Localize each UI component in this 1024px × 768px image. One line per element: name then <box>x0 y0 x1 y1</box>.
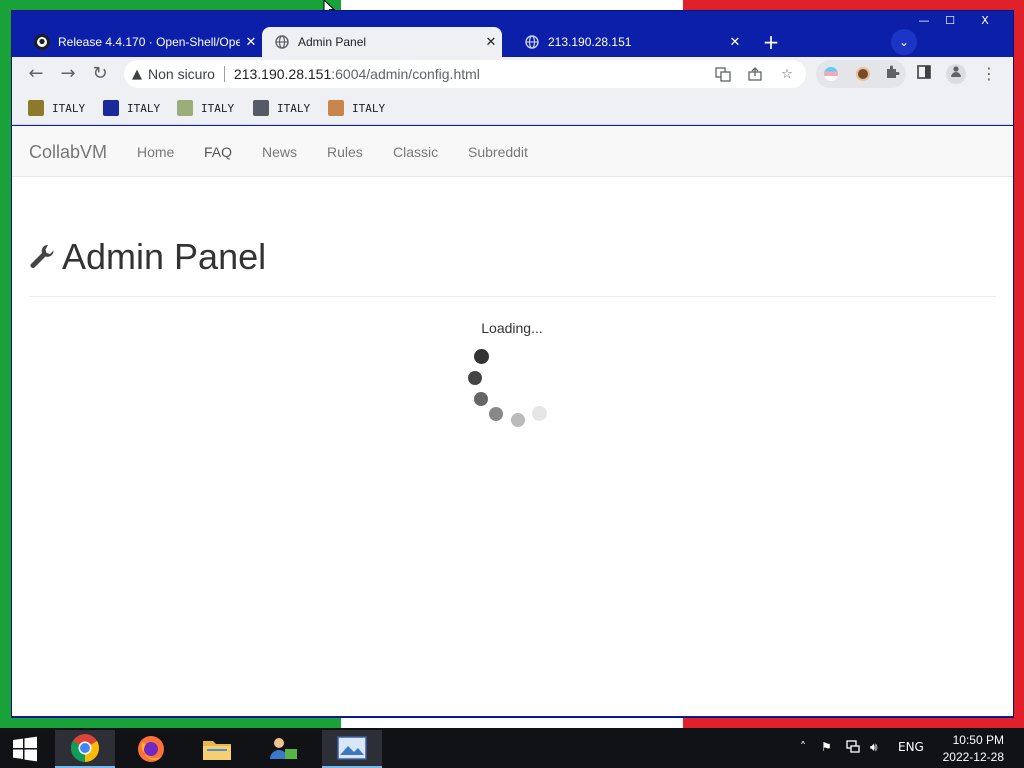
clock-time[interactable]: 10:50 PM <box>924 733 1004 747</box>
clock-date[interactable]: 2022-12-28 <box>924 750 1004 764</box>
taskbar: ˄ ⚑ 🔊︎ ENG 10:50 PM 2022-12-28 <box>0 728 1024 768</box>
globe-icon <box>524 34 540 50</box>
tab-close-button[interactable]: ✕ <box>480 35 502 50</box>
bookmarks-bar: ITALY ITALY ITALY ITALY ITALY <box>12 91 1013 125</box>
volume-icon[interactable]: 🔊︎ <box>870 740 878 755</box>
reload-button[interactable]: ↻ <box>88 62 112 86</box>
security-label[interactable]: Non sicuro <box>148 66 215 82</box>
spinner-dot <box>511 413 525 427</box>
taskbar-photos[interactable] <box>322 730 382 768</box>
show-hidden-icons-button[interactable]: ˄ <box>800 740 806 754</box>
flag-notification-icon[interactable]: ⚑ <box>821 740 832 754</box>
bookmark-favicon-icon <box>253 100 269 116</box>
spinner-dot <box>468 371 482 385</box>
back-button[interactable]: ← <box>24 62 48 86</box>
bookmark-item[interactable]: ITALY <box>103 99 160 117</box>
divider <box>223 66 225 82</box>
menu-kebab-icon[interactable]: ⋮ <box>979 64 999 84</box>
tab-close-button[interactable]: ✕ <box>724 35 746 50</box>
tab-title: 213.190.28.151 <box>548 35 632 49</box>
bookmark-label: ITALY <box>277 101 311 115</box>
tab-strip: Release 4.4.170 · Open-Shell/Open-Shell-… <box>22 25 1012 57</box>
firefox-icon <box>138 736 164 762</box>
taskbar-firefox[interactable] <box>121 730 181 768</box>
tab-ip[interactable]: 213.190.28.151 ✕ <box>512 27 746 57</box>
bookmark-item[interactable]: ITALY <box>328 99 385 117</box>
share-icon[interactable] <box>746 66 764 84</box>
page-heading: Admin Panel <box>62 236 267 277</box>
users-network-icon <box>270 738 297 759</box>
tab-admin-panel[interactable]: Admin Panel ✕ <box>262 27 502 57</box>
bookmark-label: ITALY <box>352 101 386 115</box>
browser-toolbar: ← → ↻ ▲ Non sicuro 213.190.28.151 :6004/… <box>12 57 1013 91</box>
bookmark-favicon-icon <box>177 100 193 116</box>
browser-window: — ☐ X Release 4.4.170 · Open-Shell/Open-… <box>11 10 1014 718</box>
github-icon <box>34 34 50 50</box>
spinner-dot <box>489 407 503 421</box>
taskbar-network-app[interactable] <box>253 730 313 768</box>
extensions-group <box>816 60 906 88</box>
loading-text: Loading... <box>481 320 543 336</box>
spinner-dot <box>474 349 489 364</box>
wrench-icon <box>30 244 54 268</box>
nav-link-faq[interactable]: FAQ <box>204 144 232 160</box>
taskbar-chrome[interactable] <box>55 730 115 768</box>
bookmark-star-icon[interactable]: ☆ <box>778 66 796 84</box>
translate-icon[interactable] <box>714 66 732 84</box>
folder-icon <box>203 741 231 760</box>
spinner-dot <box>532 406 547 421</box>
bookmark-favicon-icon <box>28 100 44 116</box>
bookmark-item[interactable]: ITALY <box>253 99 310 117</box>
windows-logo-icon <box>13 736 37 762</box>
chrome-icon <box>71 734 99 762</box>
language-indicator[interactable]: ENG <box>898 740 924 754</box>
nav-link-subreddit[interactable]: Subreddit <box>468 144 528 160</box>
globe-icon <box>274 34 290 50</box>
page-title: Admin Panel <box>28 236 266 278</box>
web-page: CollabVM Home FAQ News Rules Classic Sub… <box>12 126 1013 716</box>
address-bar[interactable]: ▲ Non sicuro 213.190.28.151 :6004/admin/… <box>124 60 806 88</box>
start-button[interactable] <box>0 730 50 768</box>
pride-flag-extension-icon[interactable] <box>824 67 838 81</box>
forward-button[interactable]: → <box>56 62 80 86</box>
nav-link-news[interactable]: News <box>262 144 297 160</box>
image-viewer-icon <box>337 736 367 760</box>
site-brand-link[interactable]: CollabVM <box>29 142 107 163</box>
url-host: 213.190.28.151 <box>233 66 332 82</box>
nav-link-home[interactable]: Home <box>137 144 174 160</box>
nav-link-classic[interactable]: Classic <box>393 144 438 160</box>
url-path: :6004/admin/config.html <box>331 66 480 82</box>
taskbar-file-explorer[interactable] <box>187 730 247 768</box>
site-navbar: CollabVM Home FAQ News Rules Classic Sub… <box>12 126 1013 177</box>
spinner-dot <box>474 392 488 406</box>
tab-release[interactable]: Release 4.4.170 · Open-Shell/Open-Shell-… <box>22 27 262 57</box>
profile-icon[interactable] <box>946 64 966 84</box>
warning-icon[interactable]: ▲ <box>132 67 142 82</box>
bookmark-label: ITALY <box>52 101 86 115</box>
puzzle-extensions-icon[interactable] <box>882 64 902 84</box>
bookmark-favicon-icon <box>103 100 119 116</box>
bookmark-favicon-icon <box>328 100 344 116</box>
tab-search-button[interactable]: ⌄ <box>891 29 917 55</box>
network-icon[interactable] <box>846 740 860 757</box>
bookmark-label: ITALY <box>201 101 235 115</box>
bookmark-item[interactable]: ITALY <box>28 99 85 117</box>
nav-link-rules[interactable]: Rules <box>327 144 363 160</box>
avatar-extension-icon[interactable] <box>856 67 870 81</box>
bookmark-item[interactable]: ITALY <box>177 99 234 117</box>
tab-title: Release 4.4.170 · Open-Shell/Open-Shell-… <box>58 35 240 49</box>
bookmark-label: ITALY <box>127 101 161 115</box>
tab-title: Admin Panel <box>298 35 367 49</box>
new-tab-button[interactable]: + <box>760 31 782 53</box>
tab-close-button[interactable]: ✕ <box>240 35 262 50</box>
side-panel-icon[interactable] <box>914 64 934 84</box>
heading-divider <box>29 296 996 297</box>
